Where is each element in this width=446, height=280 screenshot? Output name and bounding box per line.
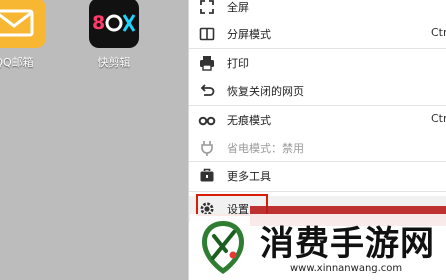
power-saving-icon xyxy=(198,139,216,157)
menu-item-label: 全屏 xyxy=(227,1,249,14)
qq-mail-app[interactable]: QQ邮箱 xyxy=(0,0,54,70)
restore-icon xyxy=(198,82,216,100)
menu-item-label: 省电模式：禁用 xyxy=(227,142,304,155)
menu-divider xyxy=(189,191,446,192)
toolbox-icon xyxy=(198,167,216,185)
split-screen-icon xyxy=(198,25,216,43)
menu-item-print[interactable]: 打印 xyxy=(189,50,446,76)
printer-icon xyxy=(198,54,216,72)
menu-item-label: 恢复关闭的网页 xyxy=(227,85,304,98)
menu-item-incognito[interactable]: 无痕模式 Ctr xyxy=(189,107,446,133)
fullscreen-icon xyxy=(198,0,216,16)
menu-item-label: 无痕模式 xyxy=(227,114,271,127)
menu-item-label: 打印 xyxy=(227,57,249,70)
menu-item-more-tools[interactable]: 更多工具 xyxy=(189,163,446,189)
app-label: 快剪辑 xyxy=(97,56,131,69)
video-editor-app[interactable]: 8 快剪辑 xyxy=(74,0,154,70)
desktop: QQ邮箱 8 快剪辑 xyxy=(0,0,196,280)
watermark: 消费手游网 www.xinnanwang.com xyxy=(190,214,446,280)
watermark-url: www.xinnanwang.com xyxy=(290,263,403,274)
shortcut-label: Ctrl xyxy=(431,26,446,39)
svg-text:8: 8 xyxy=(92,12,105,34)
app-label: QQ邮箱 xyxy=(0,56,34,69)
menu-item-restore-closed[interactable]: 恢复关闭的网页 xyxy=(189,78,446,104)
mail-icon xyxy=(0,0,46,48)
menu-item-fullscreen[interactable]: 全屏 xyxy=(189,0,446,20)
menu-divider xyxy=(189,48,446,49)
menu-item-power-saving: 省电模式：禁用 xyxy=(189,135,446,161)
watermark-title: 消费手游网 xyxy=(260,224,435,264)
video-editor-icon: 8 xyxy=(89,0,139,48)
incognito-icon xyxy=(198,111,216,129)
menu-divider xyxy=(189,161,446,162)
menu-divider xyxy=(189,105,446,106)
menu-item-label: 更多工具 xyxy=(227,170,271,183)
site-logo-icon xyxy=(198,218,248,276)
menu-item-label: 分屏模式 xyxy=(227,28,271,41)
menu-item-split-screen[interactable]: 分屏模式 Ctrl xyxy=(189,21,446,47)
shortcut-label: Ctr xyxy=(431,112,446,125)
